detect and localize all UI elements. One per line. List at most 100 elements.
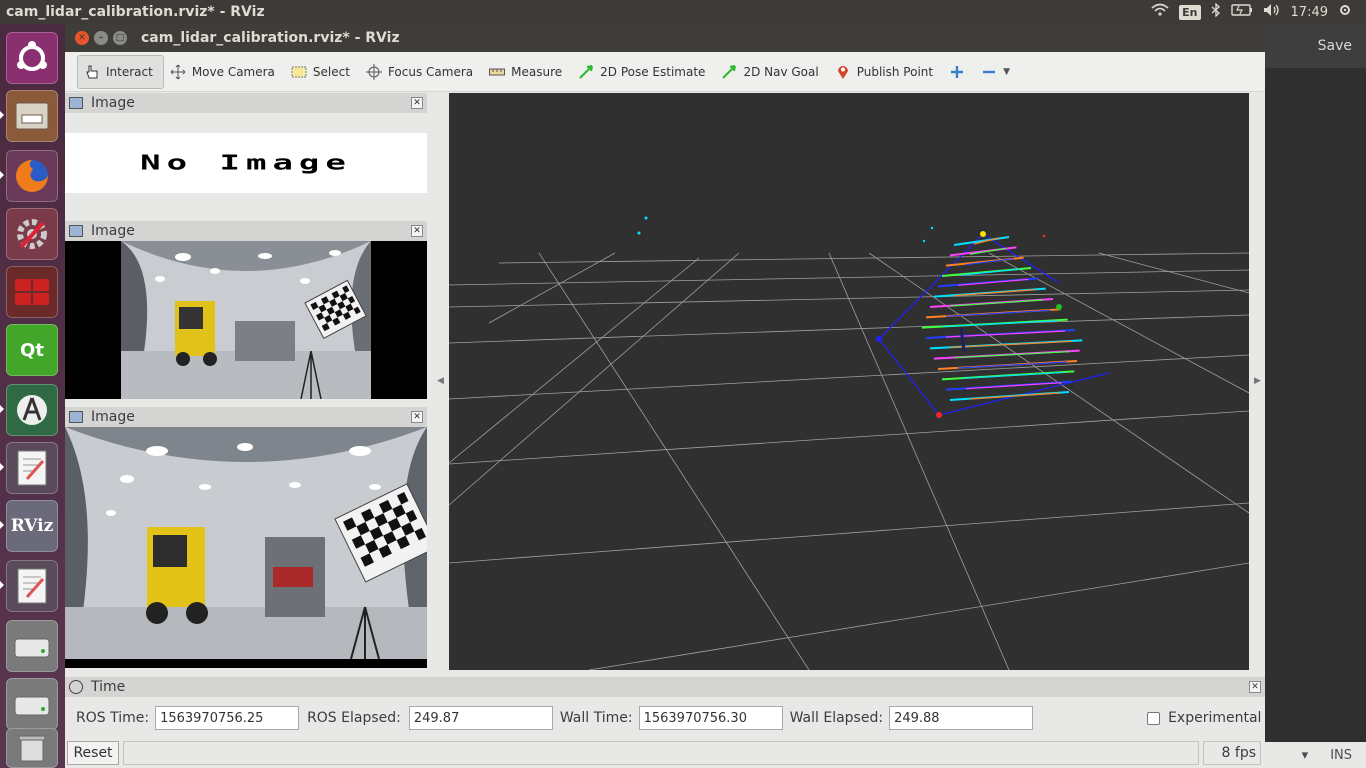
files-icon[interactable]: [6, 90, 58, 142]
3d-render-view[interactable]: [448, 93, 1250, 671]
lidar-scan-line: [965, 258, 1014, 266]
volume-icon[interactable]: [1263, 3, 1281, 21]
system-settings-icon[interactable]: [6, 208, 58, 260]
background-statusbar: ▾ INS: [1265, 742, 1366, 768]
launcher-running-indicator: [0, 111, 4, 119]
grid-line: [448, 269, 1250, 286]
bluetooth-icon[interactable]: [1211, 2, 1221, 21]
chevron-down-icon[interactable]: ▾: [1302, 748, 1309, 763]
2d-nav-goal-tool[interactable]: 2D Nav Goal: [715, 55, 828, 89]
active-window-title: cam_lidar_calibration.rviz* - RViz: [6, 4, 265, 20]
clock[interactable]: 17:49: [1291, 5, 1328, 20]
time-panel: Time ✕ ROS Time: 1563970756.25 ROS Elaps…: [65, 677, 1265, 768]
map-pin-icon: [835, 64, 851, 80]
measure-tool[interactable]: Measure: [483, 55, 572, 89]
image-icon: [69, 97, 83, 109]
lidar-scan-line: [969, 392, 1060, 400]
close-icon[interactable]: ✕: [411, 225, 423, 237]
grid-line: [448, 410, 1250, 465]
camera-image: [65, 241, 427, 399]
checkbox-box[interactable]: [1147, 711, 1161, 725]
move-arrows-icon: [170, 64, 186, 80]
rviz-window: ✕ – □ cam_lidar_calibration.rviz* - RViz…: [65, 24, 1265, 768]
board-outline: [878, 338, 940, 416]
plus-icon: [949, 64, 965, 80]
software-updater-icon[interactable]: [6, 384, 58, 436]
lidar-scan-line: [953, 236, 1010, 246]
settings-gear-icon[interactable]: [1338, 3, 1352, 21]
focus-camera-tool[interactable]: Focus Camera: [360, 55, 483, 89]
no-image-placeholder: No Image: [65, 133, 427, 193]
reset-button[interactable]: Reset: [67, 741, 119, 765]
2d-pose-estimate-label: 2D Pose Estimate: [600, 64, 706, 79]
maximize-window-button[interactable]: □: [113, 31, 127, 45]
remove-tool-button[interactable]: ▼: [975, 55, 1020, 89]
drive-2-icon[interactable]: [6, 678, 58, 730]
launcher-running-indicator: [0, 521, 4, 529]
save-button[interactable]: Save: [1318, 38, 1352, 54]
move-camera-tool[interactable]: Move Camera: [164, 55, 285, 89]
focus-camera-label: Focus Camera: [387, 64, 474, 79]
launcher-running-indicator: [0, 463, 4, 471]
firefox-icon[interactable]: [6, 150, 58, 202]
system-tray: En 17:49: [1151, 0, 1366, 24]
keyboard-layout-indicator[interactable]: En: [1179, 4, 1201, 20]
publish-point-tool[interactable]: Publish Point: [829, 55, 943, 89]
ubuntu-logo-icon[interactable]: [6, 32, 58, 84]
lidar-point: [922, 239, 926, 243]
grid-line: [538, 252, 810, 671]
text-editor-2-icon[interactable]: [6, 560, 58, 612]
grid-line: [448, 314, 1250, 344]
collapse-left-panel-icon[interactable]: ◀: [437, 376, 444, 386]
image-panels: Image ✕ No Image Image ✕ Image ✕: [65, 93, 427, 670]
board-corner-marker: [876, 336, 882, 342]
minimize-window-button[interactable]: –: [94, 31, 108, 45]
panel-header: Image ✕: [65, 407, 427, 427]
grid-line: [448, 257, 700, 464]
wifi-icon[interactable]: [1151, 3, 1169, 21]
close-icon[interactable]: ✕: [411, 97, 423, 109]
close-icon[interactable]: ✕: [1249, 681, 1261, 693]
publish-point-label: Publish Point: [856, 64, 934, 79]
battery-icon[interactable]: [1230, 4, 1253, 20]
panel-title: Image: [91, 223, 135, 239]
system-top-bar: cam_lidar_calibration.rviz* - RViz En 17…: [0, 0, 1366, 24]
qt-creator-icon[interactable]: Qt: [6, 324, 58, 376]
launcher: Qt RViz: [0, 24, 65, 768]
collapse-right-panel-icon[interactable]: ▶: [1254, 376, 1261, 386]
close-icon[interactable]: ✕: [411, 411, 423, 423]
grid-line: [588, 562, 1250, 671]
board-corner-marker: [1056, 304, 1062, 310]
ros-elapsed-label: ROS Elapsed:: [307, 710, 401, 726]
drive-icon[interactable]: [6, 620, 58, 672]
image-panel-1: Image ✕ No Image: [65, 93, 427, 213]
board-outline: [878, 233, 984, 340]
grid-line: [448, 354, 1250, 400]
text-editor-icon[interactable]: [6, 442, 58, 494]
workspace-switcher-icon[interactable]: [6, 266, 58, 318]
clock-icon: [69, 680, 83, 694]
experimental-label: Experimental: [1168, 710, 1262, 726]
image-icon: [69, 225, 83, 237]
lidar-point: [1042, 234, 1046, 238]
ros-time-field[interactable]: 1563970756.25: [155, 706, 300, 730]
lidar-point: [637, 231, 641, 235]
panel-title: Image: [91, 409, 135, 425]
wall-time-field[interactable]: 1563970756.30: [638, 706, 783, 730]
close-window-button[interactable]: ✕: [75, 31, 89, 45]
lidar-scan-line: [945, 330, 1066, 338]
lidar-scan-line: [949, 246, 1017, 257]
experimental-checkbox[interactable]: Experimental: [1147, 710, 1261, 726]
2d-pose-estimate-tool[interactable]: 2D Pose Estimate: [572, 55, 715, 89]
select-tool[interactable]: Select: [285, 55, 360, 89]
wall-time-label: Wall Time:: [559, 710, 633, 726]
ros-elapsed-field[interactable]: 249.87: [408, 706, 553, 730]
wall-elapsed-field[interactable]: 249.88: [889, 706, 1034, 730]
add-tool-button[interactable]: [943, 55, 975, 89]
trash-icon[interactable]: [6, 728, 58, 768]
rviz-icon[interactable]: RViz: [6, 500, 58, 552]
background-window: Save ▾ INS: [1265, 24, 1366, 768]
hand-pointer-icon: [84, 64, 100, 80]
interact-tool[interactable]: Interact: [77, 54, 164, 89]
tool-toolbar: Interact Move Camera Select Focus Camera…: [65, 52, 1265, 92]
